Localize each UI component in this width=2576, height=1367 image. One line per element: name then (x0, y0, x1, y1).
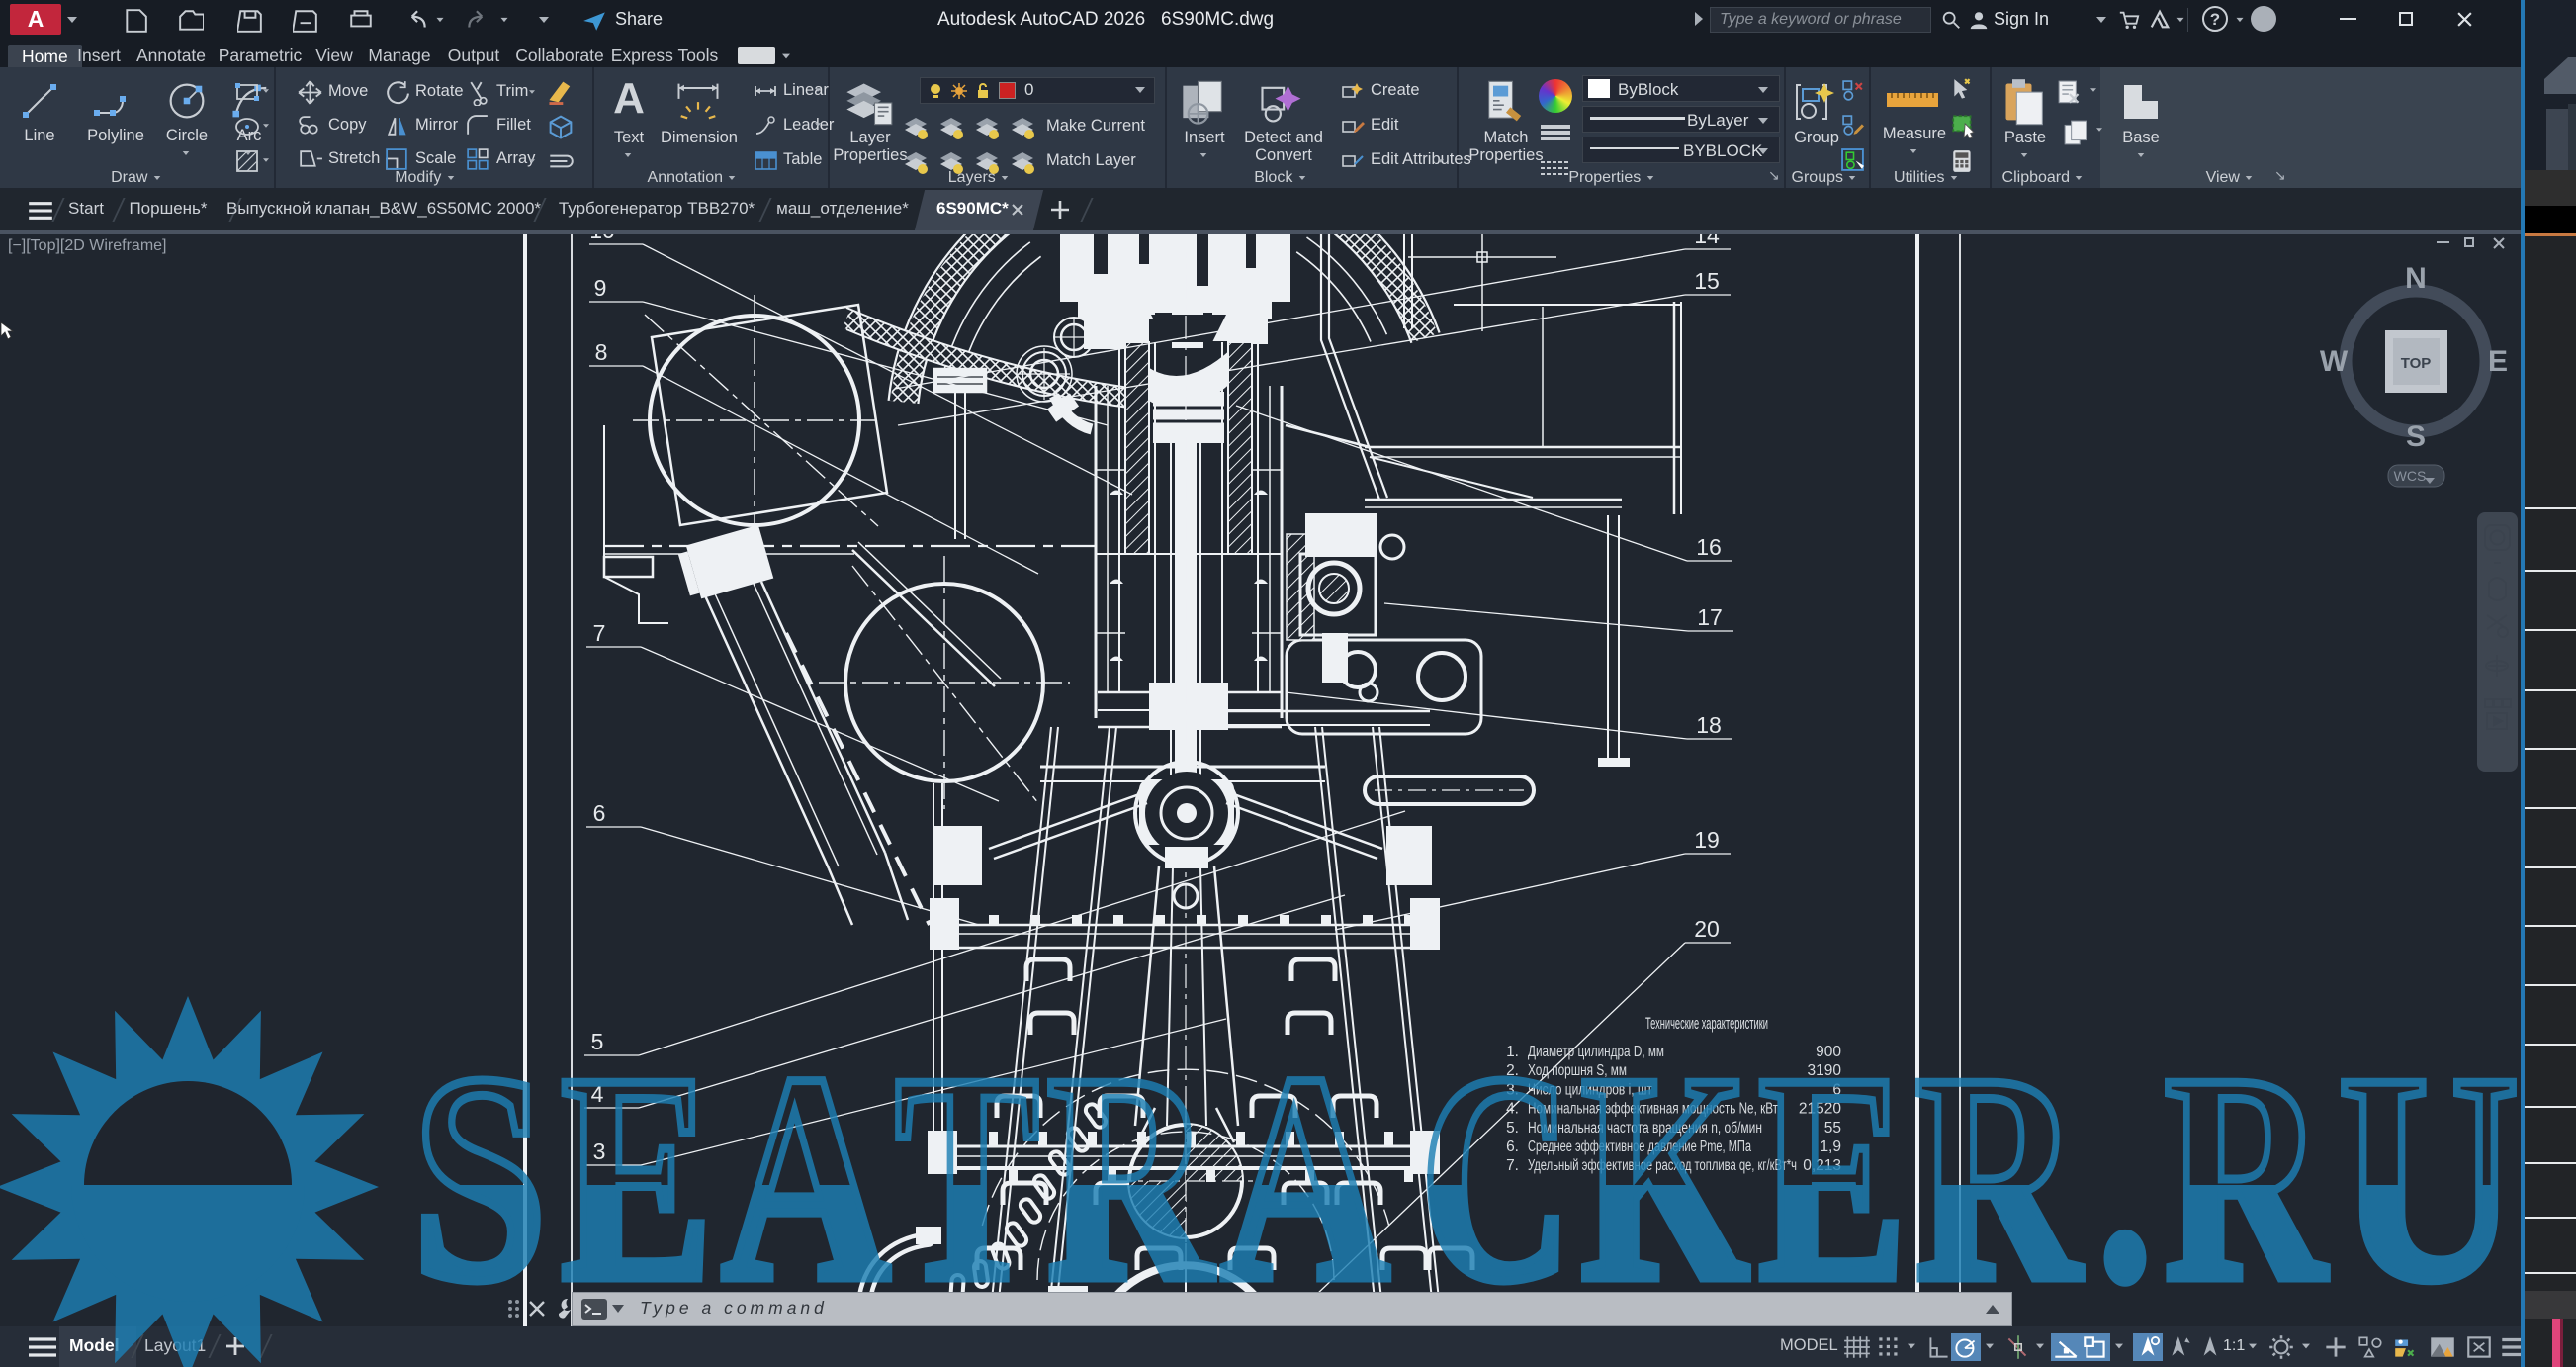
svg-text:WCS: WCS (2394, 468, 2427, 484)
svg-text:21520: 21520 (1799, 1101, 1841, 1118)
svg-text:0,213: 0,213 (1803, 1157, 1841, 1174)
svg-text:E: E (2488, 345, 2508, 378)
svg-text:Диаметр цилиндра D, мм: Диаметр цилиндра D, мм (1528, 1044, 1664, 1060)
svg-text:7: 7 (593, 620, 606, 646)
svg-text:Ход поршня S, мм: Ход поршня S, мм (1528, 1062, 1627, 1079)
svg-text:7.: 7. (1506, 1157, 1519, 1174)
svg-text:19: 19 (1694, 827, 1720, 853)
svg-text:Номинальная частота вращения n: Номинальная частота вращения n, об/мин (1528, 1120, 1762, 1137)
svg-text:3.: 3. (1506, 1081, 1519, 1098)
svg-text:Среднее эффективное давление P: Среднее эффективное давление Pme, МПа (1528, 1139, 1751, 1155)
svg-text:4: 4 (591, 1081, 604, 1107)
svg-text:S: S (2406, 420, 2426, 453)
svg-text:17: 17 (1697, 604, 1723, 630)
svg-text:8: 8 (595, 339, 608, 365)
svg-text:2.: 2. (1506, 1062, 1519, 1079)
svg-text:14: 14 (1694, 234, 1720, 248)
svg-text:Число цилиндров i, шт: Число цилиндров i, шт (1528, 1081, 1652, 1098)
svg-text:Технические характеристики: Технические характеристики (1645, 1015, 1768, 1033)
svg-text:Номинальная эффективная мощнос: Номинальная эффективная мощность Ne, кВт (1528, 1101, 1778, 1118)
svg-text:3: 3 (593, 1139, 606, 1164)
svg-text:55: 55 (1824, 1120, 1841, 1137)
svg-text:18: 18 (1696, 712, 1722, 738)
svg-text:10: 10 (589, 234, 615, 243)
svg-text:N: N (2405, 262, 2427, 295)
svg-text:5: 5 (591, 1029, 604, 1054)
svg-text:6.: 6. (1506, 1139, 1519, 1155)
svg-text:5.: 5. (1506, 1120, 1519, 1137)
svg-text:Удельный эффективное расход то: Удельный эффективное расход топлива qe, … (1528, 1157, 1797, 1174)
svg-text:TOP: TOP (2401, 355, 2432, 372)
svg-text:16: 16 (1696, 534, 1722, 560)
svg-text:1,9: 1,9 (1820, 1139, 1841, 1155)
svg-text:6: 6 (1832, 1081, 1841, 1098)
svg-text:3190: 3190 (1808, 1062, 1842, 1079)
svg-text:W: W (2320, 345, 2349, 378)
svg-text:15: 15 (1694, 268, 1720, 294)
svg-text:900: 900 (1816, 1044, 1841, 1060)
svg-text:6: 6 (593, 800, 606, 826)
svg-text:4.: 4. (1506, 1101, 1519, 1118)
svg-text:1.: 1. (1506, 1044, 1519, 1060)
svg-text:20: 20 (1694, 916, 1720, 942)
svg-text:9: 9 (594, 275, 607, 301)
